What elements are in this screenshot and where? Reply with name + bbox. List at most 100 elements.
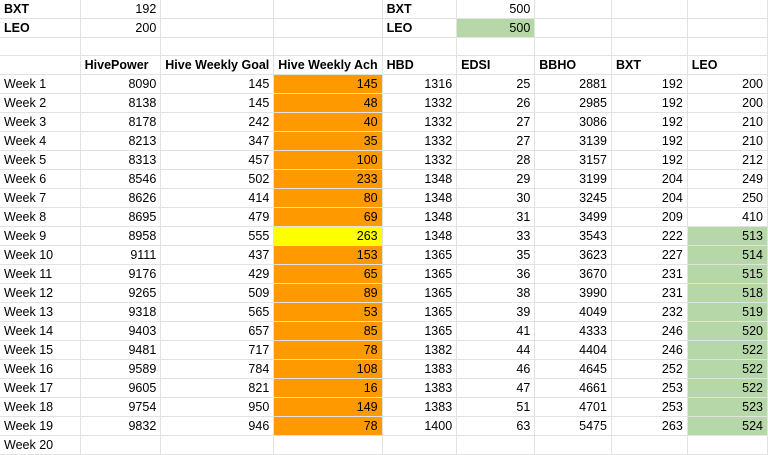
data-cell[interactable]: 555 <box>160 226 275 246</box>
data-cell[interactable]: 100 <box>273 150 383 170</box>
column-header[interactable]: EDSI <box>456 55 536 75</box>
data-cell[interactable]: 1365 <box>382 245 458 265</box>
data-cell[interactable]: 145 <box>160 93 275 113</box>
data-cell[interactable]: 1365 <box>382 321 458 341</box>
data-cell[interactable]: 414 <box>160 188 275 208</box>
row-label[interactable]: Week 3 <box>0 112 81 132</box>
data-cell[interactable]: 522 <box>687 378 768 398</box>
data-cell[interactable]: 565 <box>160 302 275 322</box>
data-cell[interactable]: 47 <box>456 378 536 398</box>
data-cell[interactable]: 9111 <box>80 245 162 265</box>
empty-cell[interactable] <box>160 37 275 56</box>
row-label[interactable]: Week 9 <box>0 226 81 246</box>
data-cell[interactable]: 232 <box>611 302 688 322</box>
data-cell[interactable]: 9605 <box>80 378 162 398</box>
data-cell[interactable]: 29 <box>456 169 536 189</box>
data-cell[interactable]: 1365 <box>382 264 458 284</box>
data-cell[interactable]: 502 <box>160 169 275 189</box>
column-header[interactable]: BBHO <box>534 55 612 75</box>
data-cell[interactable]: 41 <box>456 321 536 341</box>
data-cell[interactable]: 8090 <box>80 74 162 94</box>
data-cell[interactable]: 1400 <box>382 416 458 436</box>
row-label[interactable]: Week 5 <box>0 150 81 170</box>
data-cell[interactable]: 65 <box>273 264 383 284</box>
column-header[interactable]: LEO <box>687 55 768 75</box>
data-cell[interactable]: 717 <box>160 340 275 360</box>
data-cell[interactable]: 9318 <box>80 302 162 322</box>
row-label[interactable]: Week 17 <box>0 378 81 398</box>
data-cell[interactable]: 657 <box>160 321 275 341</box>
row-label[interactable]: Week 4 <box>0 131 81 151</box>
data-cell[interactable]: 212 <box>687 150 768 170</box>
data-cell[interactable]: 522 <box>687 340 768 360</box>
data-cell[interactable]: 1348 <box>382 226 458 246</box>
data-cell[interactable]: 1332 <box>382 131 458 151</box>
data-cell[interactable]: 145 <box>273 74 383 94</box>
data-cell[interactable]: 950 <box>160 397 275 417</box>
data-cell[interactable]: 35 <box>273 131 383 151</box>
data-cell[interactable]: 27 <box>456 131 536 151</box>
data-cell[interactable]: 3623 <box>534 245 612 265</box>
data-cell[interactable]: 3157 <box>534 150 612 170</box>
empty-cell[interactable] <box>273 18 383 38</box>
data-cell[interactable]: 31 <box>456 207 536 227</box>
summary-label[interactable]: LEO <box>0 18 81 38</box>
data-cell[interactable]: 28 <box>456 150 536 170</box>
data-cell[interactable]: 4333 <box>534 321 612 341</box>
data-cell[interactable]: 25 <box>456 74 536 94</box>
summary-value[interactable]: 192 <box>80 0 162 19</box>
data-cell[interactable]: 40 <box>273 112 383 132</box>
data-cell[interactable]: 3139 <box>534 131 612 151</box>
data-cell[interactable]: 8313 <box>80 150 162 170</box>
data-cell[interactable]: 1382 <box>382 340 458 360</box>
data-cell[interactable]: 4701 <box>534 397 612 417</box>
data-cell[interactable]: 410 <box>687 207 768 227</box>
row-label[interactable]: Week 14 <box>0 321 81 341</box>
data-cell[interactable]: 200 <box>687 74 768 94</box>
data-cell[interactable]: 1332 <box>382 112 458 132</box>
data-cell[interactable]: 252 <box>611 359 688 379</box>
row-label[interactable]: Week 12 <box>0 283 81 303</box>
data-cell[interactable]: 231 <box>611 264 688 284</box>
summary-label[interactable]: BXT <box>382 0 458 19</box>
data-cell[interactable]: 63 <box>456 416 536 436</box>
row-label[interactable]: Week 11 <box>0 264 81 284</box>
empty-cell[interactable] <box>382 435 458 455</box>
data-cell[interactable]: 4645 <box>534 359 612 379</box>
data-cell[interactable]: 192 <box>611 74 688 94</box>
data-cell[interactable]: 1332 <box>382 93 458 113</box>
data-cell[interactable]: 78 <box>273 416 383 436</box>
column-header[interactable]: HivePower <box>80 55 162 75</box>
empty-cell[interactable] <box>382 37 458 56</box>
column-header[interactable]: HBD <box>382 55 458 75</box>
data-cell[interactable]: 9589 <box>80 359 162 379</box>
empty-cell[interactable] <box>160 435 275 455</box>
data-cell[interactable]: 479 <box>160 207 275 227</box>
column-header[interactable]: Hive Weekly Ach <box>273 55 383 75</box>
data-cell[interactable]: 210 <box>687 112 768 132</box>
empty-cell[interactable] <box>611 0 688 19</box>
row-label[interactable]: Week 7 <box>0 188 81 208</box>
data-cell[interactable]: 250 <box>687 188 768 208</box>
empty-cell[interactable] <box>611 435 688 455</box>
data-cell[interactable]: 27 <box>456 112 536 132</box>
data-cell[interactable]: 210 <box>687 131 768 151</box>
data-cell[interactable]: 246 <box>611 340 688 360</box>
data-cell[interactable]: 515 <box>687 264 768 284</box>
data-cell[interactable]: 192 <box>611 93 688 113</box>
data-cell[interactable]: 8626 <box>80 188 162 208</box>
data-cell[interactable]: 39 <box>456 302 536 322</box>
empty-cell[interactable] <box>80 37 162 56</box>
data-cell[interactable]: 1348 <box>382 188 458 208</box>
empty-cell[interactable] <box>534 37 612 56</box>
row-label[interactable]: Week 6 <box>0 169 81 189</box>
empty-cell[interactable] <box>534 18 612 38</box>
data-cell[interactable]: 523 <box>687 397 768 417</box>
data-cell[interactable]: 30 <box>456 188 536 208</box>
summary-value[interactable]: 500 <box>456 18 536 38</box>
empty-cell[interactable] <box>611 18 688 38</box>
data-cell[interactable]: 3499 <box>534 207 612 227</box>
data-cell[interactable]: 1365 <box>382 283 458 303</box>
data-cell[interactable]: 524 <box>687 416 768 436</box>
empty-cell[interactable] <box>611 37 688 56</box>
